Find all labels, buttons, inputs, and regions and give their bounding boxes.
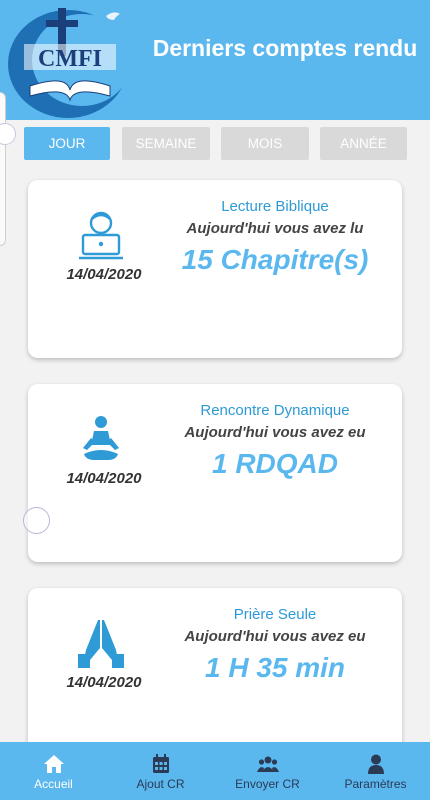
card-subtitle: Aujourd'hui vous avez lu bbox=[186, 220, 364, 237]
card-title: Rencontre Dynamique bbox=[200, 402, 350, 419]
nav-ajout-cr[interactable]: Ajout CR bbox=[107, 742, 214, 800]
logo-text: CMFI bbox=[38, 46, 102, 72]
praying-hands-icon bbox=[78, 620, 124, 668]
meditation-icon bbox=[83, 416, 119, 460]
tab-annee[interactable]: ANNÉE bbox=[320, 127, 407, 160]
card-value: 1 RDQAD bbox=[211, 448, 338, 479]
calendar-icon bbox=[153, 754, 169, 773]
report-card-lecture[interactable]: 14/04/2020 Lecture Biblique Aujourd'hui … bbox=[28, 180, 402, 358]
card-date: 14/04/2020 bbox=[66, 266, 142, 283]
card-date: 14/04/2020 bbox=[66, 674, 142, 691]
card-subtitle: Aujourd'hui vous avez eu bbox=[184, 424, 366, 441]
tab-jour[interactable]: JOUR bbox=[24, 127, 110, 160]
period-tabs: JOUR SEMAINE MOIS ANNÉE bbox=[0, 127, 430, 161]
home-icon bbox=[44, 755, 64, 773]
user-icon bbox=[368, 754, 384, 774]
reading-person-icon bbox=[79, 211, 123, 260]
card-subtitle: Aujourd'hui vous avez eu bbox=[184, 628, 366, 645]
nav-envoyer-cr[interactable]: Envoyer CR bbox=[214, 742, 321, 800]
nav-label: Paramètres bbox=[344, 777, 407, 791]
card-value: 1 H 35 min bbox=[204, 652, 346, 683]
nav-label: Envoyer CR bbox=[235, 777, 300, 791]
nav-label: Accueil bbox=[34, 777, 73, 791]
report-card-priere[interactable]: 14/04/2020 Prière Seule Aujourd'hui vous… bbox=[28, 588, 402, 766]
tab-semaine[interactable]: SEMAINE bbox=[122, 127, 210, 160]
card-title: Lecture Biblique bbox=[221, 198, 329, 215]
card-date: 14/04/2020 bbox=[66, 470, 142, 487]
report-card-rencontre[interactable]: 14/04/2020 Rencontre Dynamique Aujourd'h… bbox=[28, 384, 402, 562]
bottom-navigation: Accueil Ajout CR Envoyer CR Paramètres bbox=[0, 742, 430, 800]
nav-accueil[interactable]: Accueil bbox=[0, 742, 107, 800]
page-title: Derniers comptes rendu bbox=[152, 35, 418, 61]
card-value: 15 Chapitre(s) bbox=[181, 244, 369, 275]
tab-mois[interactable]: MOIS bbox=[221, 127, 309, 160]
floating-touch-indicator[interactable] bbox=[23, 507, 50, 534]
nav-label: Ajout CR bbox=[136, 777, 185, 791]
group-icon bbox=[257, 756, 279, 772]
cmfi-logo: CMFI bbox=[8, 8, 132, 118]
app-header: CMFI Derniers comptes rendu bbox=[0, 0, 430, 120]
card-title: Prière Seule bbox=[233, 606, 317, 623]
side-drawer-handle[interactable] bbox=[0, 92, 6, 246]
nav-parametres[interactable]: Paramètres bbox=[322, 742, 429, 800]
